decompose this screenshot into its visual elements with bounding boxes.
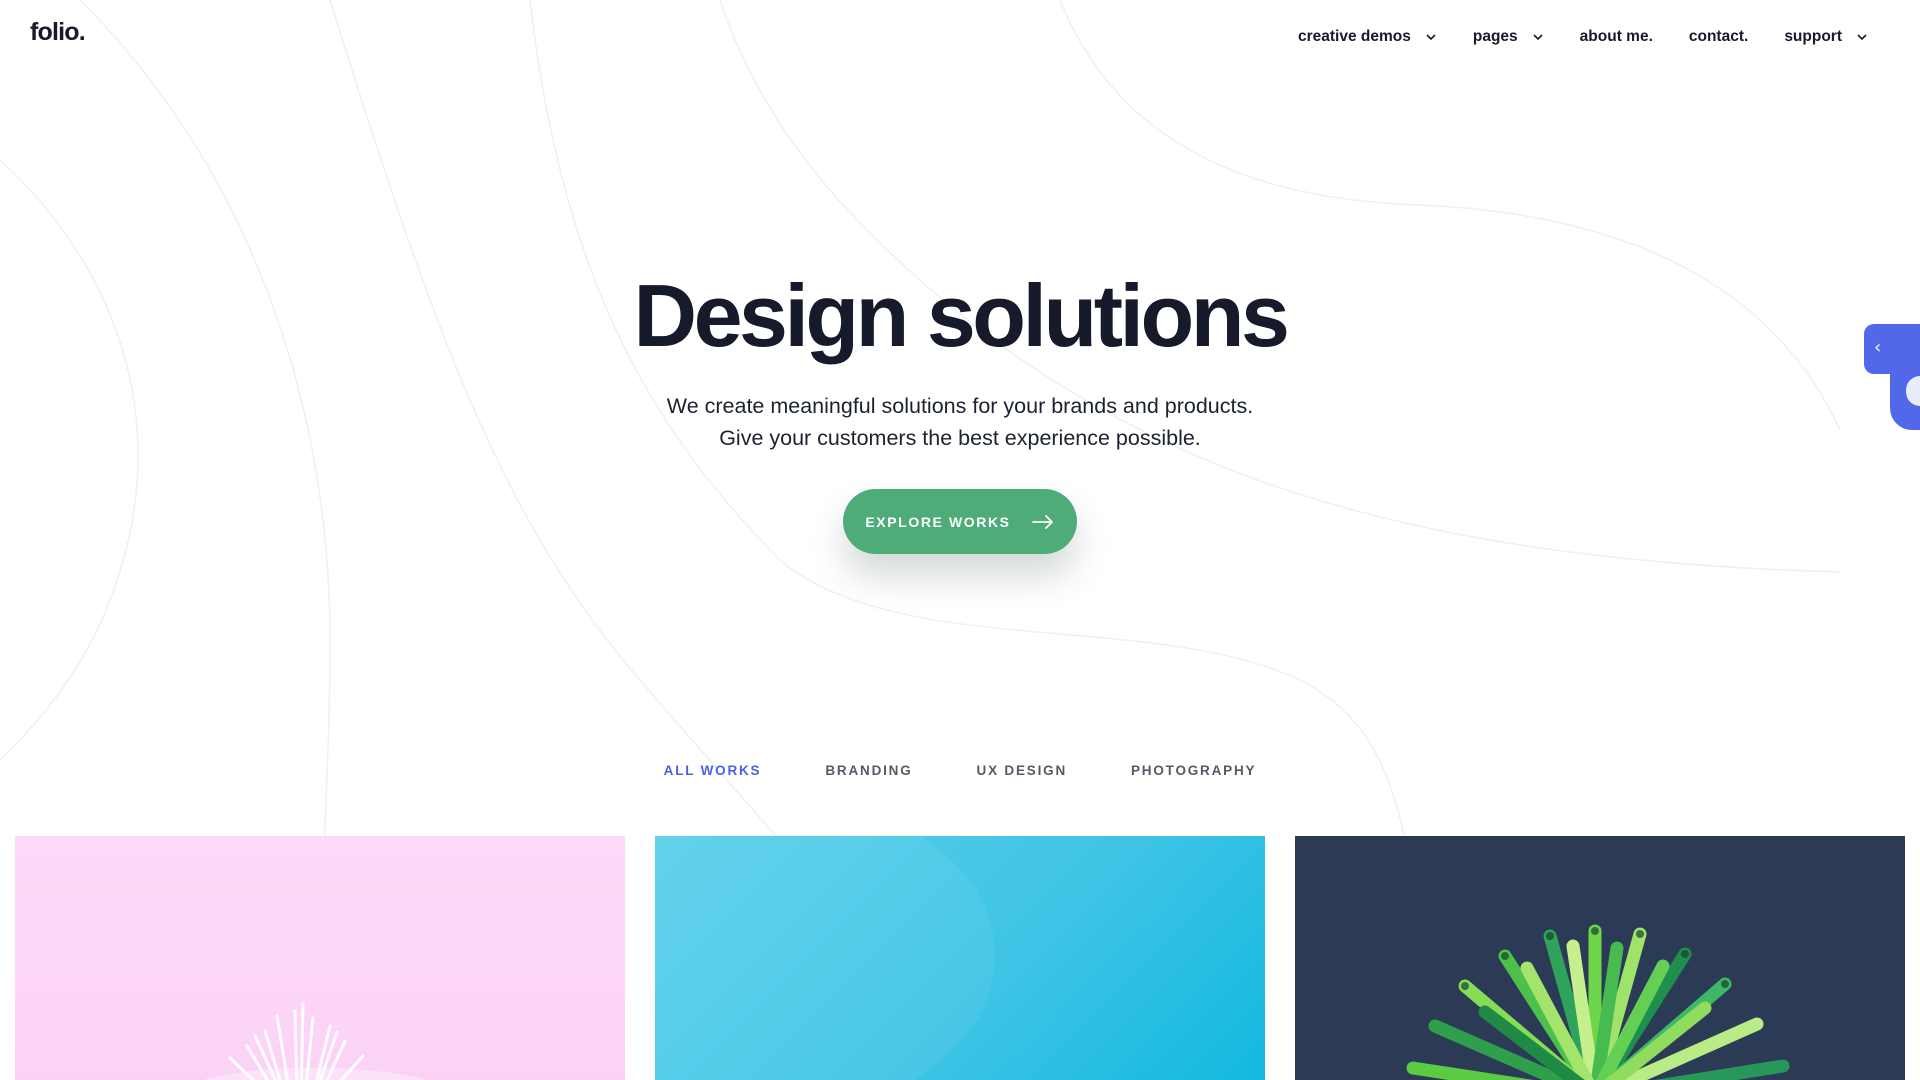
green-straws-image [1406, 924, 1790, 1080]
nav-label: support [1784, 28, 1842, 45]
hero-title: Design solutions [633, 266, 1290, 365]
portfolio-card-green-straws[interactable] [1295, 836, 1905, 1080]
nav-item-support[interactable]: support [1784, 28, 1868, 46]
filter-all-works[interactable]: ALL WORKS [664, 763, 762, 778]
nav-item-creative-demos[interactable]: creative demos [1298, 28, 1437, 46]
portfolio-card-cyan[interactable] [655, 836, 1265, 1080]
explore-works-label: EXPLORE WORKS [865, 513, 1011, 530]
side-toggle-tab[interactable]: ‹ [1864, 324, 1920, 374]
portfolio-filters: ALL WORKS BRANDING UX DESIGN PHOTOGRAPHY [0, 763, 1920, 778]
filter-branding[interactable]: BRANDING [825, 763, 912, 778]
explore-works-button[interactable]: EXPLORE WORKS [843, 489, 1077, 554]
chevron-left-icon: ‹ [1874, 337, 1882, 358]
filter-photography[interactable]: PHOTOGRAPHY [1131, 763, 1256, 778]
chevron-down-icon [1533, 34, 1543, 41]
page: folio. creative demos pages about me. co… [0, 0, 1920, 1080]
nav-label: contact. [1688, 28, 1749, 45]
nav-label: creative demos [1297, 28, 1411, 45]
filter-ux-design[interactable]: UX DESIGN [977, 763, 1067, 778]
settings-knob [1906, 376, 1920, 406]
hero-subtitle-line-1: We create meaningful solutions for your … [666, 394, 1254, 418]
nav-item-pages[interactable]: pages [1473, 28, 1544, 46]
cyan-background-image [655, 836, 995, 1080]
pink-plant-image [203, 1002, 427, 1080]
site-header: folio. creative demos pages about me. co… [0, 0, 1920, 78]
chevron-down-icon [1857, 34, 1867, 41]
arrow-right-icon [1031, 514, 1053, 529]
hero-subtitle-line-2: Give your customers the best experience … [719, 426, 1201, 450]
nav-label: pages [1472, 28, 1518, 45]
chevron-down-icon [1426, 34, 1436, 41]
nav-item-contact[interactable]: contact. [1689, 28, 1748, 46]
hero-subtitle: We create meaningful solutions for your … [0, 390, 1920, 454]
nav-item-about-me[interactable]: about me. [1580, 28, 1653, 46]
main-nav: creative demos pages about me. contact. … [1298, 28, 1868, 46]
logo[interactable]: folio. [30, 18, 86, 47]
portfolio-card-pink-plant[interactable] [15, 836, 625, 1080]
nav-label: about me. [1579, 28, 1653, 45]
